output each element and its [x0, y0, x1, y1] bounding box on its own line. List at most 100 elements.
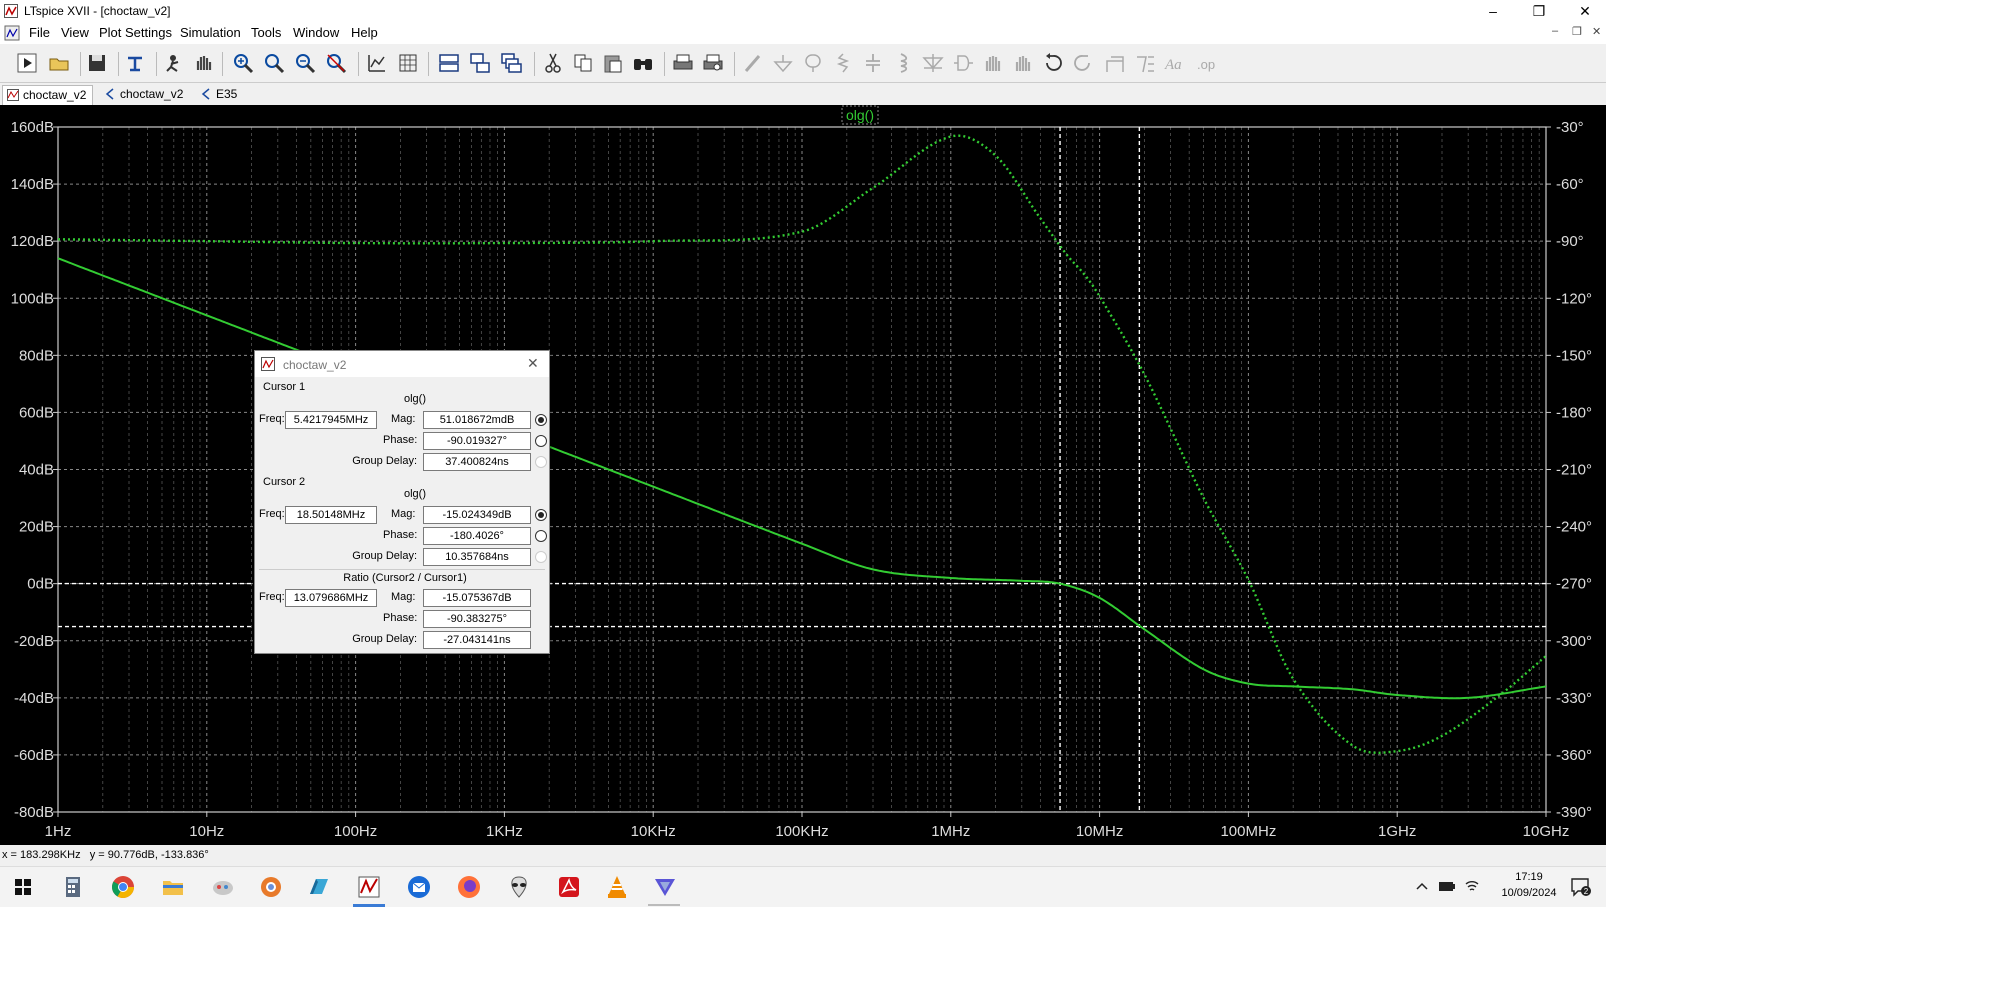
- cursor1-mag-radio[interactable]: [535, 414, 547, 426]
- cursor1-mag-label: Mag:: [391, 413, 416, 425]
- plot-pane[interactable]: 160dB 140dB 120dB 100dB 80dB 60dB 40dB 20dB 0dB -…: [0, 105, 1606, 845]
- label-icon[interactable]: [802, 52, 824, 74]
- schematic-icon: [105, 88, 114, 100]
- calculator-icon[interactable]: [60, 874, 86, 900]
- ground-icon[interactable]: [772, 52, 794, 74]
- tab-choctaw-v2-plot[interactable]: choctaw_v2: [2, 85, 94, 105]
- mdi-close-button[interactable]: ✕: [1592, 25, 1601, 38]
- halt-icon[interactable]: [162, 52, 184, 74]
- grid-icon[interactable]: [397, 52, 419, 74]
- cursor2-phase-radio[interactable]: [535, 530, 547, 542]
- cursor1-gd-radio[interactable]: [535, 456, 547, 468]
- pan-icon[interactable]: [192, 52, 214, 74]
- zoom-out-icon[interactable]: [294, 52, 316, 74]
- vlc-icon[interactable]: [604, 874, 630, 900]
- notification-icon[interactable]: 2: [1570, 877, 1592, 897]
- wire-icon[interactable]: [742, 52, 764, 74]
- zoom-in-icon[interactable]: [232, 52, 254, 74]
- battery-icon[interactable]: [1438, 879, 1456, 893]
- capacitor-icon[interactable]: [862, 52, 884, 74]
- cursor1-phase-radio[interactable]: [535, 435, 547, 447]
- menu-view[interactable]: View: [61, 25, 89, 40]
- cursor1-header: Cursor 1: [263, 381, 306, 393]
- control-panel-icon[interactable]: [124, 52, 146, 74]
- chevron-up-icon[interactable]: [1416, 881, 1428, 891]
- tile-vertical-icon[interactable]: [469, 52, 491, 74]
- undo-icon[interactable]: [1042, 52, 1064, 74]
- mdi-restore-button[interactable]: ❐: [1572, 25, 1582, 38]
- trace-label[interactable]: olg(): [846, 107, 874, 123]
- ratio-mag-label: Mag:: [391, 591, 416, 603]
- clock-time[interactable]: 17:19: [1502, 871, 1556, 883]
- cursor2-freq-label: Freq:: [259, 508, 285, 520]
- menu-file[interactable]: File: [29, 25, 50, 40]
- text-icon[interactable]: Aa: [1164, 52, 1186, 74]
- maximize-button[interactable]: ❐: [1516, 0, 1562, 22]
- cursor2-gd-radio[interactable]: [535, 551, 547, 563]
- diode-icon[interactable]: [922, 52, 944, 74]
- find-icon[interactable]: [632, 52, 654, 74]
- tab-choctaw-v2-schematic[interactable]: choctaw_v2: [100, 85, 189, 104]
- cut-icon[interactable]: [542, 52, 564, 74]
- menu-simulation[interactable]: Simulation: [180, 25, 241, 40]
- dialog-title-bar[interactable]: choctaw_v2 ✕: [255, 351, 549, 377]
- rotate-icon[interactable]: [1104, 52, 1126, 74]
- zoom-cancel-icon[interactable]: [325, 52, 347, 74]
- y2-tick-label: -360°: [1556, 747, 1592, 764]
- copy-icon[interactable]: [572, 52, 594, 74]
- menu-plot-settings[interactable]: Plot Settings: [99, 25, 172, 40]
- clock-date[interactable]: 10/09/2024: [1494, 887, 1564, 899]
- print-icon[interactable]: [672, 52, 694, 74]
- x-tick-label: 1KHz: [486, 823, 523, 840]
- inductor-icon[interactable]: [892, 52, 914, 74]
- move-icon[interactable]: [982, 52, 1004, 74]
- menu-window[interactable]: Window: [293, 25, 339, 40]
- settings-icon[interactable]: [258, 874, 284, 900]
- run-icon[interactable]: [16, 52, 38, 74]
- zoom-full-icon[interactable]: [263, 52, 285, 74]
- wifi-icon[interactable]: [1464, 878, 1480, 894]
- tile-horizontal-icon[interactable]: [438, 52, 460, 74]
- close-icon[interactable]: ✕: [527, 355, 539, 372]
- cursor1-gd-field: 37.400824ns: [423, 453, 531, 471]
- app-icon-3[interactable]: [652, 874, 678, 900]
- svg-text:Aa: Aa: [1164, 57, 1182, 73]
- tab-label: choctaw_v2: [23, 88, 87, 102]
- cursor2-mag-radio[interactable]: [535, 509, 547, 521]
- acrobat-icon[interactable]: [556, 874, 582, 900]
- spice-directive-icon[interactable]: .op: [1196, 52, 1218, 74]
- mdi-minimize-button[interactable]: –: [1552, 25, 1558, 37]
- document-icon[interactable]: [4, 25, 20, 41]
- ratio-mag-field: -15.075367dB: [423, 589, 531, 607]
- app-icon[interactable]: [210, 874, 236, 900]
- drag-icon[interactable]: [1012, 52, 1034, 74]
- file-explorer-icon[interactable]: [160, 874, 186, 900]
- tab-bar: choctaw_v2 choctaw_v2 E35: [0, 83, 1606, 105]
- component-icon[interactable]: [952, 52, 974, 74]
- bode-plot[interactable]: 160dB 140dB 120dB 100dB 80dB 60dB 40dB 20dB 0dB -…: [0, 105, 1606, 845]
- resistor-icon[interactable]: [832, 52, 854, 74]
- firefox-icon[interactable]: [456, 874, 482, 900]
- open-icon[interactable]: [48, 52, 70, 74]
- chrome-icon[interactable]: [110, 874, 136, 900]
- menu-help[interactable]: Help: [351, 25, 378, 40]
- paste-icon[interactable]: [602, 52, 624, 74]
- cursor2-freq-field[interactable]: 18.50148MHz: [285, 506, 377, 524]
- mirror-icon[interactable]: [1134, 52, 1156, 74]
- tab-e35[interactable]: E35: [196, 85, 243, 104]
- thunderbird-icon[interactable]: [406, 874, 432, 900]
- app-icon-2[interactable]: [306, 874, 332, 900]
- cursor1-phase-label: Phase:: [383, 434, 418, 446]
- save-icon[interactable]: [86, 52, 108, 74]
- menu-tools[interactable]: Tools: [251, 25, 281, 40]
- close-button[interactable]: ✕: [1562, 0, 1608, 22]
- windows-start-icon[interactable]: [10, 874, 36, 900]
- ltspice-icon[interactable]: [356, 874, 382, 900]
- minimize-button[interactable]: –: [1470, 0, 1516, 22]
- cascade-icon[interactable]: [500, 52, 522, 74]
- alien-icon[interactable]: [506, 874, 532, 900]
- redo-icon[interactable]: [1072, 52, 1094, 74]
- print-preview-icon[interactable]: [702, 52, 724, 74]
- cursor1-freq-field[interactable]: 5.4217945MHz: [285, 411, 377, 429]
- autorange-icon[interactable]: [366, 52, 388, 74]
